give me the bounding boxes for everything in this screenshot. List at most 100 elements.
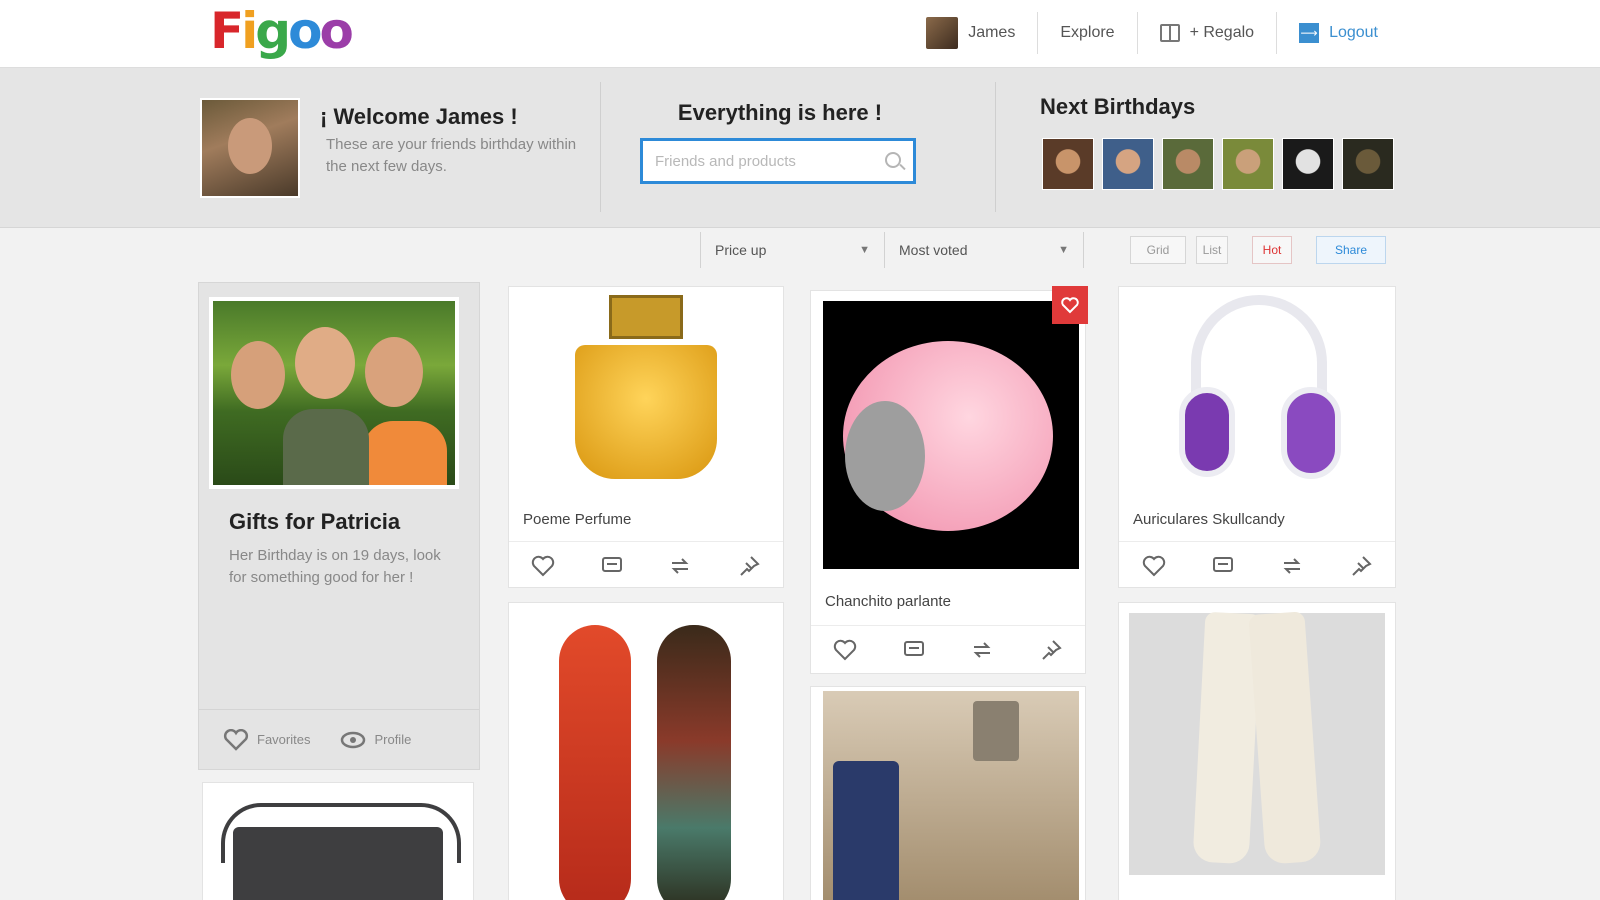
product-card[interactable]: Auriculares Skullcandy [1118,286,1396,588]
band-divider [600,82,601,212]
piggy-speaker-image [823,301,1079,569]
product-card[interactable]: Poeme Perfume [508,286,784,588]
favorites-link[interactable]: Favorites [223,728,310,751]
pin-icon [740,555,760,576]
birthday-friend-avatar[interactable] [1282,138,1334,190]
logo-letter: g [255,2,291,60]
jar [973,701,1019,761]
comment-icon [601,556,622,572]
filter-bar: Price up ▼ Most voted ▼ [700,232,1084,268]
heart-button[interactable] [829,634,861,666]
comment-icon [903,640,924,656]
top-navbar: Figoo James Explore + Regalo ⟶ Logout [0,0,1600,68]
price-filter[interactable]: Price up ▼ [700,232,884,268]
birthday-friend-avatar[interactable] [1162,138,1214,190]
birthday-list [1042,138,1394,190]
sort-filter[interactable]: Most voted ▼ [884,232,1084,268]
welcome-text: These are your friends birthday within t… [326,136,577,175]
price-filter-label: Price up [715,242,767,258]
logo-letter: o [288,2,322,60]
share-icon [1283,557,1300,574]
nav-profile[interactable]: James [904,12,1037,54]
gift-collection-card[interactable]: Gifts for Patricia Her Birthday is on 19… [198,282,480,770]
piggy-snout [845,401,925,511]
heart-icon [1142,555,1165,576]
profile-link[interactable]: Profile [340,729,411,751]
right-earcup [1281,387,1341,479]
heart-icon [1061,297,1079,314]
logout-label: Logout [1329,24,1378,41]
red-skateboard-image [559,625,631,900]
product-name[interactable]: Auriculares Skullcandy [1133,511,1285,528]
share-icon [973,641,991,658]
logout-icon: ⟶ [1299,23,1320,43]
gift-tag-icon[interactable] [1052,286,1088,324]
pin-button[interactable] [1345,550,1377,582]
share-button[interactable]: Share [1316,236,1386,264]
birthday-friend-avatar[interactable] [1102,138,1154,190]
product-card[interactable] [202,782,474,900]
pin-button[interactable] [1035,634,1067,666]
share-button[interactable] [1276,550,1308,582]
product-actions [811,625,1085,673]
figoo-logo[interactable]: Figoo [210,2,354,60]
comment-button[interactable] [596,550,628,582]
main-nav: James Explore + Regalo ⟶ Logout [904,12,1400,54]
product-card[interactable]: Chanchito parlante [810,290,1086,674]
eye-icon [341,731,366,748]
user-name: James [968,24,1016,41]
user-avatar [926,17,959,49]
product-actions [509,541,783,587]
product-name[interactable]: Poeme Perfume [523,511,631,528]
share-button[interactable] [966,634,998,666]
product-card[interactable] [508,602,784,900]
shirt [283,409,369,485]
pin-icon [1351,555,1372,576]
gift-icon [1159,24,1180,42]
search-icon[interactable] [885,152,901,168]
gifts-label: + Regalo [1189,24,1255,41]
pin-button[interactable] [733,550,765,582]
comment-icon [1212,556,1233,572]
kitchen-image [823,691,1079,900]
band-divider [995,82,996,212]
explore-label: Explore [1060,24,1115,41]
search-input[interactable] [643,141,913,181]
nav-gifts[interactable]: + Regalo [1136,12,1277,54]
product-actions [1119,541,1395,587]
profile-avatar[interactable] [200,98,300,198]
comment-button[interactable] [1207,550,1239,582]
heart-icon [834,639,857,660]
birthdays-block: Next Birthdays [1040,94,1394,190]
headphones-image [1169,295,1349,485]
logo-letter: F [210,2,244,60]
collection-title: Gifts for Patricia [229,509,401,534]
nav-explore[interactable]: Explore [1037,12,1136,54]
logo-letter: o [319,2,353,60]
heart-button[interactable] [527,550,559,582]
perfume-image [569,295,723,485]
hot-button[interactable]: Hot [1252,236,1292,264]
list-view-button[interactable]: List [1196,236,1228,264]
face [295,327,355,399]
shirt [363,421,447,485]
face [231,341,285,409]
comment-button[interactable] [898,634,930,666]
product-card[interactable] [810,686,1086,900]
heart-button[interactable] [1138,550,1170,582]
collection-footer: Favorites Profile [199,709,479,769]
heart-icon [223,728,249,751]
share-icon [671,557,689,574]
grid-view-button[interactable]: Grid [1130,236,1186,264]
birthdays-heading: Next Birthdays [1040,94,1196,119]
sort-filter-label: Most voted [899,242,968,258]
product-card[interactable] [1118,602,1396,900]
product-name[interactable]: Chanchito parlante [825,593,951,610]
share-button[interactable] [664,550,696,582]
birthday-friend-avatar[interactable] [1222,138,1274,190]
birthday-friend-avatar[interactable] [1042,138,1094,190]
birthday-friend-avatar[interactable] [1342,138,1394,190]
nav-logout[interactable]: ⟶ Logout [1276,12,1400,54]
left-earcup [1179,387,1235,477]
perfume-bottle [575,345,717,479]
